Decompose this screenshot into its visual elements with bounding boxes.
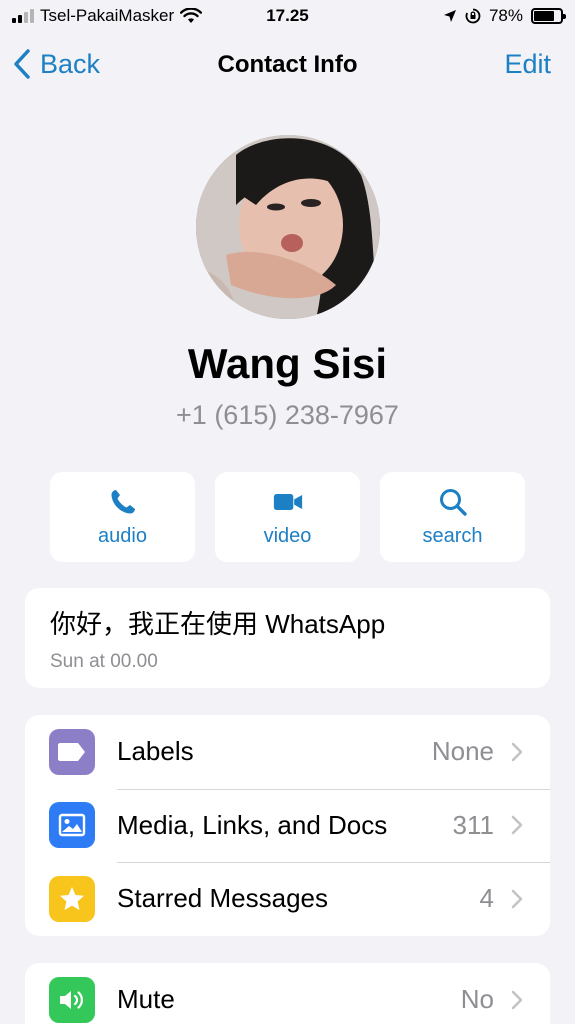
photo-icon [49,802,95,849]
audio-label: audio [98,524,147,547]
starred-row[interactable]: Starred Messages 4 [25,862,550,936]
contact-phone[interactable]: +1 (615) 238-7967 [0,400,575,431]
about-card[interactable]: 你好，我正在使用 WhatsApp Sun at 00.00 [25,588,550,688]
video-call-button[interactable]: video [215,472,360,562]
navigation-bar: Back Contact Info Edit [0,40,575,88]
status-right: 78% [443,6,566,26]
mute-row[interactable]: Mute No [25,963,550,1024]
search-icon [439,488,467,516]
avatar[interactable] [196,135,380,319]
about-text: 你好，我正在使用 WhatsApp [50,609,386,639]
video-camera-icon [273,493,302,510]
settings-group: Mute No [25,963,550,1024]
mute-label: Mute [117,984,175,1015]
labels-label: Labels [117,736,194,767]
starred-count: 4 [479,883,494,914]
edit-button[interactable]: Edit [504,49,551,80]
search-label: search [422,524,483,547]
star-icon [49,875,95,922]
phone-icon [111,489,135,513]
action-buttons: audio video search [50,472,525,562]
search-button[interactable]: search [380,472,525,562]
speaker-icon [49,976,95,1023]
chevron-right-icon [511,889,523,909]
battery-icon [531,8,566,24]
chevron-right-icon [511,990,523,1010]
media-label: Media, Links, and Docs [117,809,388,840]
location-arrow-icon [443,10,456,22]
battery-percent: 78% [488,6,523,25]
page-title: Contact Info [217,51,358,78]
status-bar: Tsel-PakaiMasker 17.25 78% [0,0,575,34]
labels-value: None [431,736,494,767]
battery-fill [534,11,555,21]
orientation-lock-icon [465,8,481,24]
media-count: 311 [452,809,494,840]
about-date: Sun at 00.00 [50,651,158,672]
info-group: Labels None Media, Links, and Docs 311 S… [25,715,550,936]
mute-value: No [460,984,494,1015]
media-row[interactable]: Media, Links, and Docs 311 [25,788,550,863]
labels-row[interactable]: Labels None [25,715,550,789]
chevron-right-icon [511,742,523,762]
label-tag-icon [49,728,95,775]
avatar-photo [196,135,380,319]
starred-label: Starred Messages [117,883,328,914]
contact-name: Wang Sisi [187,340,388,387]
chevron-right-icon [511,816,523,835]
audio-call-button[interactable]: audio [50,472,195,562]
video-label: video [263,524,312,547]
